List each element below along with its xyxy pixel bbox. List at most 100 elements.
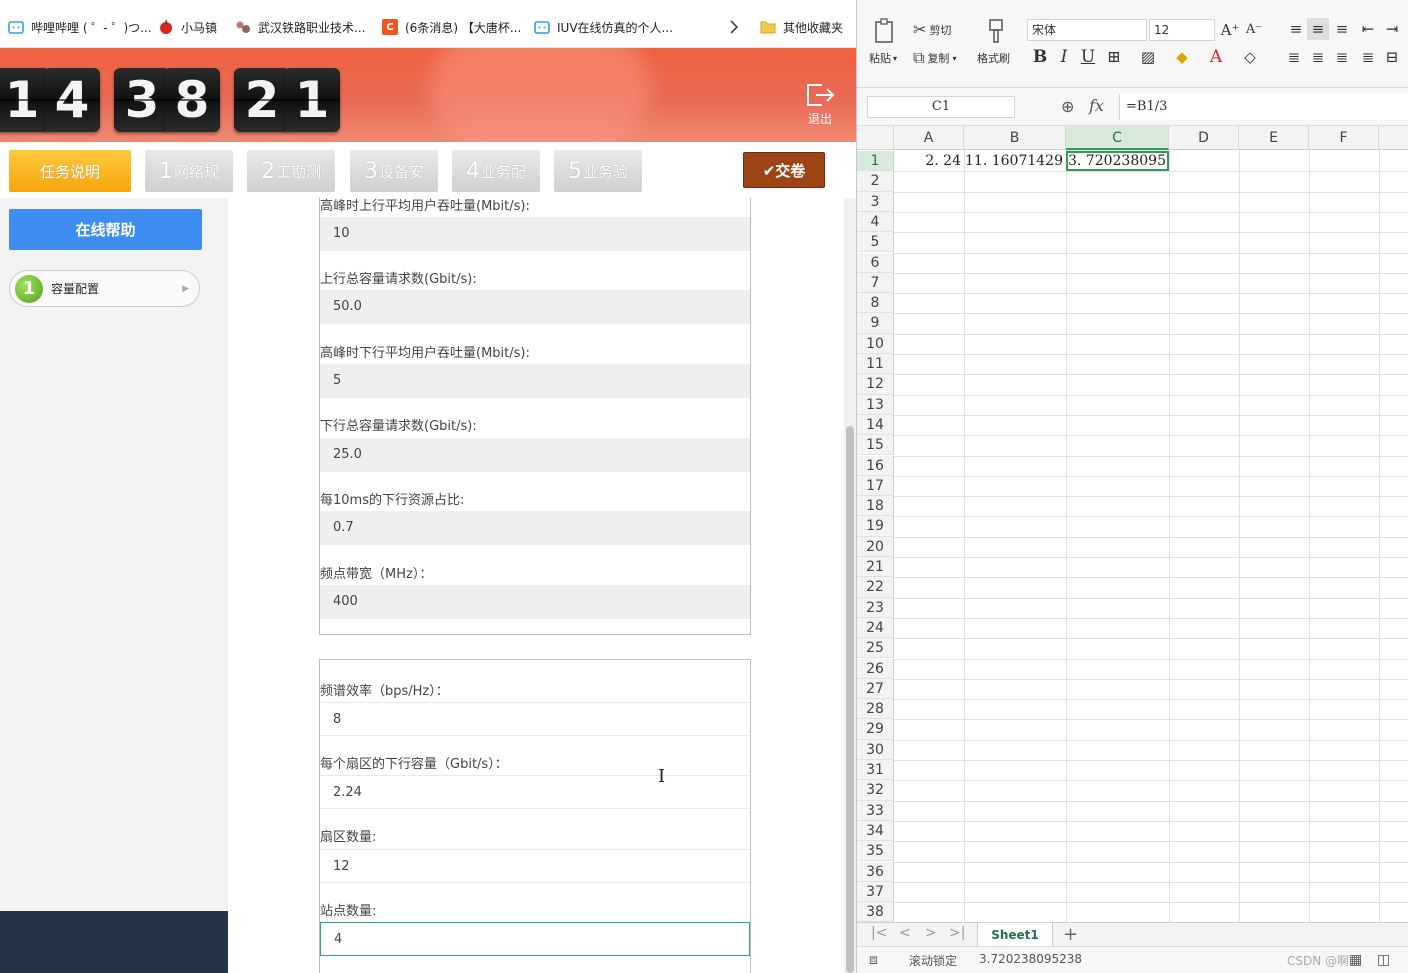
- row-header-24[interactable]: 24: [857, 617, 894, 639]
- dl-avg-throughput-field[interactable]: 5: [320, 364, 750, 398]
- tab-network-planning[interactable]: 1 网络规: [145, 150, 233, 192]
- row-header-4[interactable]: 4: [857, 211, 894, 233]
- ul-total-capacity-field[interactable]: 50.0: [320, 290, 750, 324]
- outdent-icon[interactable]: ⇤: [1357, 18, 1379, 40]
- macro-icon[interactable]: ⧈: [869, 952, 878, 968]
- dl-total-capacity-field[interactable]: 25.0: [320, 438, 750, 472]
- carrier-bandwidth-field[interactable]: 400: [320, 585, 750, 619]
- align-top-icon[interactable]: ≡: [1285, 18, 1307, 40]
- font-color-icon[interactable]: A: [1205, 46, 1227, 68]
- cell-a1[interactable]: 2. 24: [894, 151, 964, 171]
- row-header-30[interactable]: 30: [857, 739, 894, 760]
- select-all-corner[interactable]: [857, 126, 894, 150]
- scrollbar-thumb[interactable]: [846, 426, 854, 973]
- row-header-12[interactable]: 12: [857, 374, 894, 395]
- row-header-13[interactable]: 13: [857, 394, 894, 415]
- row-header-7[interactable]: 7: [857, 272, 894, 294]
- bookmark-xiaomazhen[interactable]: 小马镇: [158, 16, 217, 38]
- dl-resource-ratio-field[interactable]: 0.7: [320, 511, 750, 545]
- justify-icon[interactable]: ≣: [1357, 46, 1379, 68]
- increase-font-icon[interactable]: A⁺: [1219, 19, 1241, 41]
- row-header-22[interactable]: 22: [857, 577, 894, 598]
- formula-input[interactable]: =B1/3: [1119, 94, 1408, 120]
- indent-icon[interactable]: ⇥: [1381, 18, 1403, 40]
- column-header-f[interactable]: F: [1309, 126, 1379, 150]
- row-header-3[interactable]: 3: [857, 191, 894, 212]
- bookmark-wuhan-railway[interactable]: 武汉铁路职业技术...: [235, 16, 365, 38]
- row-header-1[interactable]: 1: [857, 151, 894, 172]
- zoom-icon[interactable]: ⊕: [1061, 97, 1074, 116]
- page-layout-icon[interactable]: ◫: [1377, 952, 1390, 968]
- row-header-27[interactable]: 27: [857, 678, 894, 700]
- bookmark-other-folder[interactable]: 其他收藏夹: [760, 16, 843, 38]
- align-bottom-icon[interactable]: ≡: [1331, 18, 1353, 40]
- row-header-20[interactable]: 20: [857, 536, 894, 557]
- tab-task-description[interactable]: 任务说明: [9, 150, 131, 192]
- row-header-28[interactable]: 28: [857, 699, 894, 720]
- logout-button[interactable]: 退出: [800, 82, 840, 132]
- site-count-field[interactable]: 4: [320, 922, 750, 956]
- row-header-17[interactable]: 17: [857, 475, 894, 497]
- sidebar-item-capacity-config[interactable]: 1 容量配置 ▶: [9, 270, 200, 307]
- copy-button[interactable]: ⧉ 复制 ▾: [913, 48, 956, 68]
- decrease-font-icon[interactable]: A⁻: [1243, 19, 1265, 41]
- row-header-26[interactable]: 26: [857, 658, 894, 679]
- column-header-b[interactable]: B: [964, 126, 1066, 150]
- row-header-21[interactable]: 21: [857, 557, 894, 578]
- bookmark-csdn[interactable]: C (6条消息) 【大唐杯...: [382, 16, 521, 38]
- cut-button[interactable]: ✂ 剪切: [913, 20, 951, 39]
- row-header-11[interactable]: 11: [857, 354, 894, 375]
- fx-icon[interactable]: fx: [1089, 96, 1104, 115]
- row-header-25[interactable]: 25: [857, 638, 894, 659]
- row-header-16[interactable]: 16: [857, 455, 894, 476]
- bookmark-iuv[interactable]: IUV在线仿真的个人...: [534, 16, 673, 38]
- sheet-tab-sheet1[interactable]: Sheet1: [977, 923, 1053, 947]
- row-header-34[interactable]: 34: [857, 820, 894, 842]
- cell-grid[interactable]: A B C D E F 1 2 3 4 5 6 7 8 9 10 11 12 13 14 15 16 17 18 1…: [857, 126, 1408, 922]
- row-header-31[interactable]: 31: [857, 760, 894, 781]
- tab-service-verify[interactable]: 5 业务验: [554, 150, 642, 192]
- ul-avg-throughput-field[interactable]: 10: [320, 217, 750, 251]
- row-header-38[interactable]: 38: [857, 902, 894, 922]
- first-sheet-icon[interactable]: |<: [871, 925, 887, 941]
- column-header-d[interactable]: D: [1169, 126, 1239, 150]
- align-right-icon[interactable]: ≣: [1331, 46, 1353, 68]
- align-left-icon[interactable]: ≣: [1283, 46, 1305, 68]
- cell-style-icon[interactable]: ▨: [1137, 46, 1159, 68]
- format-painter-button[interactable]: 格式刷: [977, 50, 1010, 66]
- name-box[interactable]: C1: [867, 96, 1015, 118]
- align-center-icon[interactable]: ≣: [1307, 46, 1329, 68]
- last-sheet-icon[interactable]: >|: [949, 925, 965, 941]
- border-icon[interactable]: ⊞: [1103, 46, 1125, 68]
- clear-format-icon[interactable]: ◇: [1239, 46, 1261, 68]
- prev-sheet-icon[interactable]: <: [899, 925, 911, 941]
- paste-button[interactable]: 粘贴 ▾: [869, 50, 897, 66]
- row-header-8[interactable]: 8: [857, 293, 894, 314]
- row-header-5[interactable]: 5: [857, 232, 894, 253]
- row-header-15[interactable]: 15: [857, 435, 894, 456]
- row-header-32[interactable]: 32: [857, 780, 894, 801]
- sector-count-field[interactable]: 12: [320, 849, 750, 883]
- tab-service-config[interactable]: 4 业务配: [452, 150, 540, 192]
- font-size-select[interactable]: 12: [1149, 19, 1215, 41]
- cell-b1[interactable]: 11. 16071429: [964, 151, 1066, 171]
- bookmarks-more-chevron[interactable]: [726, 16, 749, 38]
- font-name-select[interactable]: 宋体: [1027, 19, 1147, 41]
- align-middle-icon[interactable]: ≡: [1307, 18, 1329, 40]
- row-header-9[interactable]: 9: [857, 313, 894, 334]
- normal-view-icon[interactable]: ▦: [1349, 952, 1362, 968]
- underline-icon[interactable]: U: [1077, 46, 1099, 68]
- tab-site-survey[interactable]: 2 工勘测: [247, 150, 335, 192]
- distributed-align-icon[interactable]: ⊟: [1381, 46, 1403, 68]
- format-painter-icon[interactable]: [985, 18, 1007, 44]
- column-header-a[interactable]: A: [894, 126, 964, 150]
- column-header-c[interactable]: C: [1066, 126, 1169, 150]
- italic-icon[interactable]: I: [1053, 46, 1075, 68]
- tab-equipment-install[interactable]: 3 设备安: [350, 150, 438, 192]
- submit-exam-button[interactable]: ✔交卷: [743, 152, 825, 188]
- row-header-18[interactable]: 18: [857, 496, 894, 517]
- paste-icon[interactable]: [873, 18, 897, 44]
- row-header-35[interactable]: 35: [857, 841, 894, 862]
- row-header-36[interactable]: 36: [857, 861, 894, 882]
- spectral-efficiency-field[interactable]: 8: [320, 702, 750, 736]
